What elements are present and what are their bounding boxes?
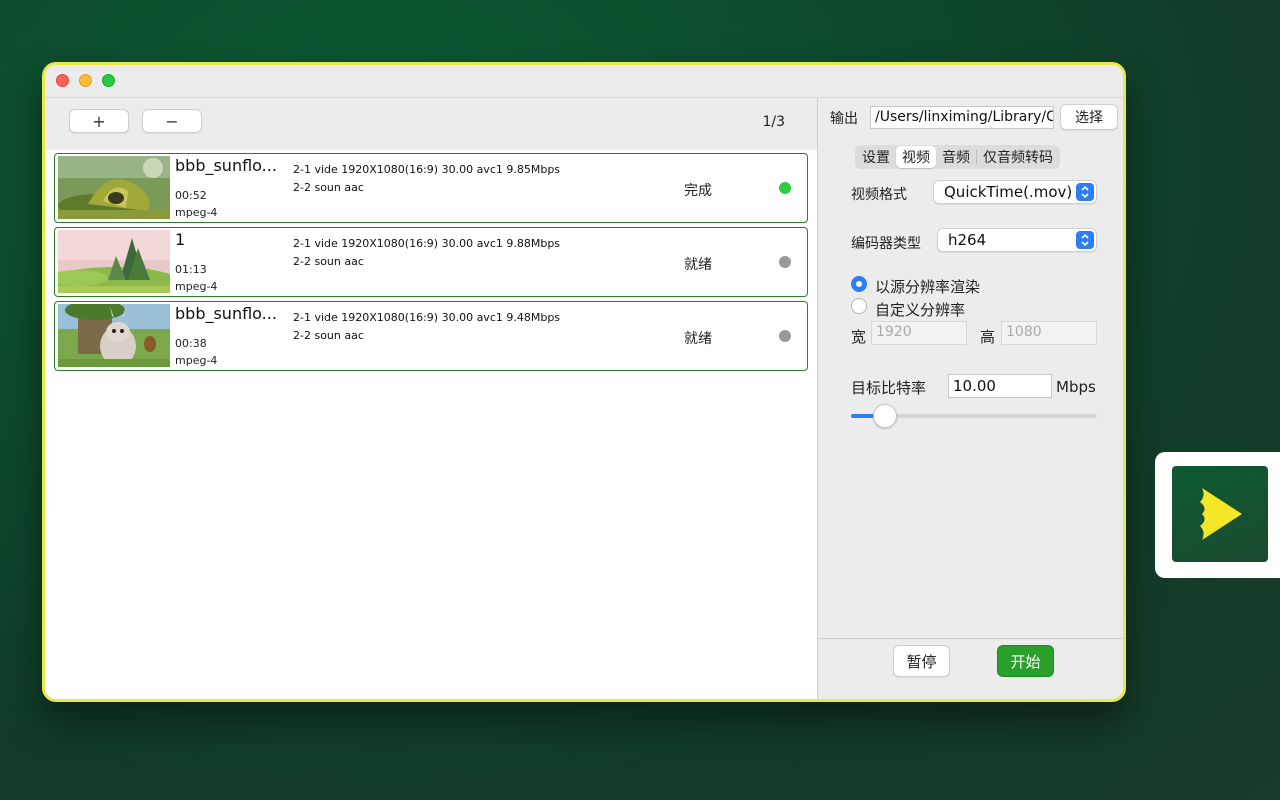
custom-resolution-label: 自定义分辨率	[875, 301, 966, 319]
choose-output-button[interactable]: 选择	[1060, 104, 1118, 130]
status-dot	[779, 182, 791, 194]
zoom-window-button[interactable]	[102, 74, 115, 87]
audio-stream-info: 2-2 soun aac	[293, 329, 364, 342]
app-window: + − 1/3 bbb_sunflo... 00:52 mpeg-4 2-1 v…	[42, 62, 1126, 702]
pause-button[interactable]: 暂停	[893, 645, 950, 677]
file-name: bbb_sunflo...	[175, 156, 277, 175]
video-stream-info: 2-1 vide 1920X1080(16:9) 30.00 avc1 9.48…	[293, 311, 561, 324]
file-format: mpeg-4	[175, 354, 218, 367]
file-name: bbb_sunflo...	[175, 304, 277, 323]
video-format-label: 视频格式	[851, 187, 907, 203]
codec-label: 编码器类型	[851, 236, 921, 252]
bitrate-label: 目标比特率	[851, 379, 927, 397]
file-format: mpeg-4	[175, 280, 218, 293]
height-label: 高	[980, 328, 996, 346]
file-row[interactable]: 1 01:13 mpeg-4 2-1 vide 1920X1080(16:9) …	[54, 227, 808, 297]
file-duration: 00:52	[175, 189, 207, 202]
chevron-updown-icon	[1076, 231, 1094, 249]
chevron-updown-icon	[1076, 183, 1094, 201]
bitrate-unit: Mbps	[1056, 378, 1096, 396]
file-duration: 00:38	[175, 337, 207, 350]
output-path-field[interactable]: /Users/linximing/Library/C	[870, 106, 1054, 129]
settings-panel: 输出 /Users/linximing/Library/C 选择 设置 视频 音…	[818, 98, 1123, 699]
video-thumbnail	[58, 156, 170, 219]
video-format-value: QuickTime(.mov)	[944, 183, 1073, 201]
tab-audio-only[interactable]: 仅音频转码	[977, 146, 1059, 168]
list-toolbar: + − 1/3	[45, 98, 817, 150]
custom-resolution-radio[interactable]	[851, 298, 867, 314]
width-label: 宽	[851, 328, 867, 346]
remove-file-button[interactable]: −	[142, 109, 202, 133]
bitrate-input[interactable]: 10.00	[948, 374, 1052, 398]
file-status: 完成	[684, 183, 712, 199]
file-status: 就绪	[684, 331, 712, 347]
bitrate-slider-knob[interactable]	[873, 404, 898, 428]
video-thumbnail	[58, 304, 170, 367]
output-label: 输出	[830, 111, 858, 127]
video-stream-info: 2-1 vide 1920X1080(16:9) 30.00 avc1 9.85…	[293, 163, 561, 176]
file-name: 1	[175, 230, 186, 249]
file-list: bbb_sunflo... 00:52 mpeg-4 2-1 vide 1920…	[45, 150, 817, 699]
file-row[interactable]: bbb_sunflo... 00:38 mpeg-4 2-1 vide 1920…	[54, 301, 808, 371]
audio-stream-info: 2-2 soun aac	[293, 181, 364, 194]
codec-select[interactable]: h264	[937, 228, 1097, 252]
status-dot	[779, 256, 791, 268]
video-format-select[interactable]: QuickTime(.mov)	[933, 180, 1097, 204]
audio-stream-info: 2-2 soun aac	[293, 255, 364, 268]
file-duration: 01:13	[175, 263, 207, 276]
play-icon	[1200, 488, 1242, 540]
status-dot	[779, 330, 791, 342]
app-icon-card	[1155, 452, 1280, 578]
file-row[interactable]: bbb_sunflo... 00:52 mpeg-4 2-1 vide 1920…	[54, 153, 808, 223]
width-input[interactable]: 1920	[871, 321, 967, 345]
height-input[interactable]: 1080	[1001, 321, 1097, 345]
start-button[interactable]: 开始	[997, 645, 1054, 677]
file-counter: 1/3	[762, 114, 785, 130]
tab-settings[interactable]: 设置	[856, 146, 896, 168]
close-window-button[interactable]	[56, 74, 69, 87]
source-resolution-radio[interactable]	[851, 276, 867, 292]
source-resolution-label: 以源分辨率渲染	[875, 278, 981, 296]
minimize-window-button[interactable]	[79, 74, 92, 87]
actions-divider	[818, 638, 1123, 639]
tab-video[interactable]: 视频	[896, 146, 936, 168]
file-list-panel: + − 1/3 bbb_sunflo... 00:52 mpeg-4 2-1 v…	[45, 98, 817, 699]
thumbnail-image	[58, 304, 170, 367]
thumbnail-image	[58, 230, 170, 293]
file-format: mpeg-4	[175, 206, 218, 219]
settings-tabs: 设置 视频 音频 仅音频转码	[855, 145, 1060, 169]
codec-value: h264	[948, 231, 987, 249]
add-file-button[interactable]: +	[69, 109, 129, 133]
title-bar	[45, 65, 1123, 98]
video-thumbnail	[58, 230, 170, 293]
app-icon	[1172, 466, 1268, 562]
file-status: 就绪	[684, 257, 712, 273]
thumbnail-image	[58, 156, 170, 219]
video-stream-info: 2-1 vide 1920X1080(16:9) 30.00 avc1 9.88…	[293, 237, 561, 250]
tab-audio[interactable]: 音频	[936, 146, 976, 168]
